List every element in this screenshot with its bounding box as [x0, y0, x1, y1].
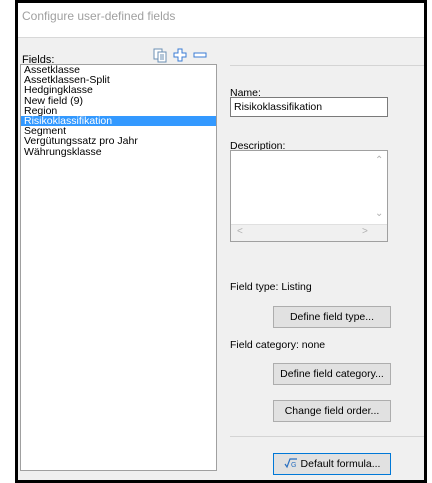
description-horizontal-scrollbar[interactable]: < > — [231, 224, 387, 241]
copy-icon[interactable] — [152, 47, 168, 63]
define-field-type-button[interactable]: Define field type... — [273, 306, 391, 328]
plus-icon[interactable] — [172, 47, 188, 63]
define-field-category-button[interactable]: Define field category... — [273, 363, 391, 385]
bottom-divider — [230, 436, 424, 437]
window-title: Configure user-defined fields — [22, 9, 176, 23]
scroll-down-icon[interactable]: ⌄ — [375, 208, 383, 219]
default-formula-button[interactable]: G Default formula... — [273, 453, 391, 475]
name-field[interactable] — [230, 97, 388, 117]
title-bar: Configure user-defined fields — [18, 3, 424, 38]
formula-icon: G — [284, 458, 297, 469]
list-item[interactable]: Vergütungssatz pro Jahr — [21, 136, 216, 147]
scroll-left-icon[interactable]: < — [237, 226, 243, 237]
field-category-label: Field category: none — [230, 339, 326, 351]
fields-list[interactable]: Assetklasse Assetklassen-Split Hedgingklas… — [20, 64, 217, 471]
scroll-right-icon[interactable]: > — [362, 226, 368, 237]
description-field[interactable]: ⌃ ⌄ < > — [230, 150, 388, 242]
field-type-label: Field type: Listing — [230, 281, 312, 293]
svg-text:G: G — [291, 462, 296, 469]
scroll-up-icon[interactable]: ⌃ — [375, 155, 383, 166]
description-vertical-scrollbar[interactable]: ⌃ ⌄ — [371, 151, 387, 226]
top-divider — [230, 65, 424, 66]
default-formula-label: Default formula... — [300, 458, 381, 470]
change-field-order-button[interactable]: Change field order... — [273, 400, 391, 422]
list-item[interactable]: Währungsklasse — [21, 146, 216, 157]
minus-icon[interactable] — [192, 47, 208, 63]
dialog-window: Configure user-defined fields Fields: As… — [15, 0, 427, 483]
